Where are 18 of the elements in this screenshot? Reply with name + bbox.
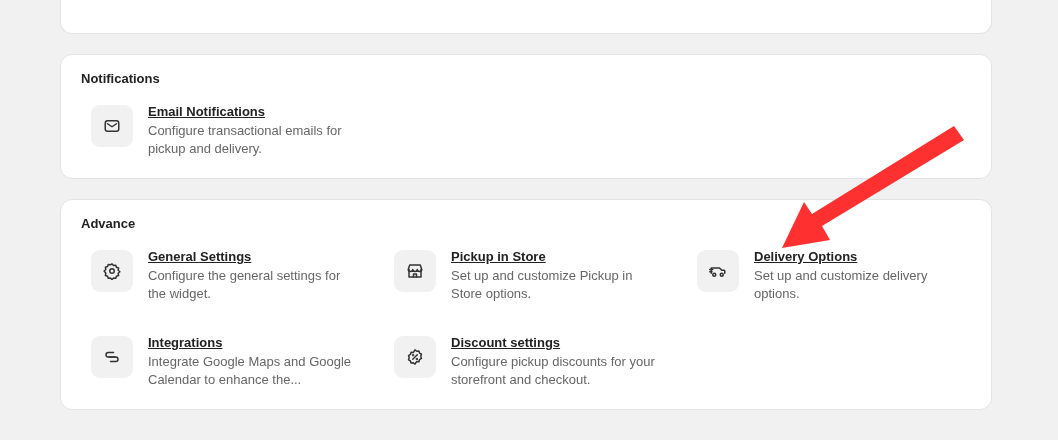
settings-link[interactable]: General Settings bbox=[148, 249, 252, 264]
settings-link[interactable]: Pickup in Store bbox=[451, 249, 546, 264]
item-description: Integrate Google Maps and Google Calendar to enhance the... bbox=[148, 353, 353, 389]
item-description: Set up and customize delivery options. bbox=[754, 267, 929, 303]
envelope-icon bbox=[103, 117, 121, 135]
section-title: Notifications bbox=[81, 71, 161, 86]
settings-link[interactable]: Discount settings bbox=[451, 335, 561, 350]
discount-badge-icon bbox=[406, 348, 424, 366]
item-description: Configure pickup discounts for your storefront and checkout. bbox=[451, 353, 656, 389]
settings-icon bbox=[103, 262, 121, 280]
storefront-icon bbox=[406, 262, 424, 280]
settings-link[interactable]: Delivery Options bbox=[754, 249, 858, 264]
settings-link[interactable]: Email Notifications bbox=[148, 104, 266, 119]
item-description: Set up and customize Pickup in Store options. bbox=[451, 267, 634, 303]
section-title: Advance bbox=[81, 216, 137, 231]
settings-link[interactable]: Integrations bbox=[148, 335, 223, 350]
item-description: Configure transactional emails for pickup and delivery. bbox=[148, 122, 343, 158]
item-description: Configure the general settings for the widget. bbox=[148, 267, 342, 303]
